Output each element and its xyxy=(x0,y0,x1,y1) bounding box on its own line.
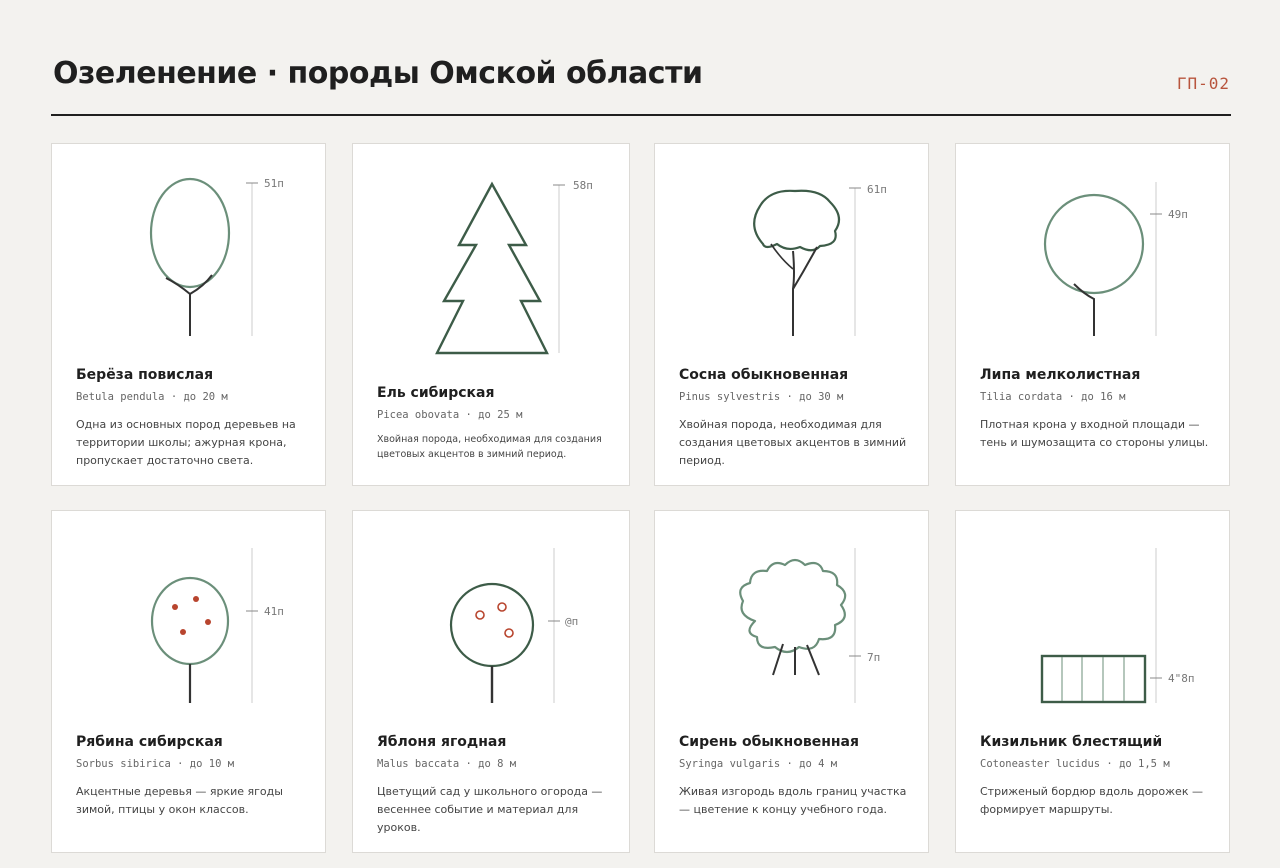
species-name: Рябина сибирская xyxy=(76,734,223,750)
height-marker-label: 61п xyxy=(867,183,887,196)
species-meta: Cotoneaster lucidus · до 1,5 м xyxy=(980,758,1170,770)
linden-tree-icon: 49п xyxy=(1043,182,1188,336)
max-height: до 4 м xyxy=(799,758,838,770)
species-card-birch[interactable]: 51п Берёза повислая Betula pendula · до … xyxy=(51,143,326,486)
pine-tree-icon: 61п xyxy=(753,183,887,336)
max-height: до 10 м xyxy=(189,758,235,770)
fruit-mark xyxy=(504,628,514,638)
species-card-apple[interactable]: @п Яблоня ягодная Malus baccata · до 8 м… xyxy=(352,510,630,853)
species-name: Ель сибирская xyxy=(377,385,495,401)
rowan-tree-icon: 41п xyxy=(150,548,284,703)
species-description: Хвойная порода, необходимая для создания… xyxy=(377,434,602,460)
height-marker-label: 4"8п xyxy=(1168,672,1195,685)
species-meta: Pinus sylvestris · до 30 м xyxy=(679,391,844,403)
species-description: Цветущий сад у школьного огорода — весен… xyxy=(377,785,603,834)
latin-name: Betula pendula xyxy=(76,391,165,403)
fruit-mark xyxy=(475,610,485,620)
species-meta: Picea obovata · до 25 м xyxy=(377,409,523,421)
species-name: Яблоня ягодная xyxy=(377,734,507,750)
height-marker-label: @п xyxy=(565,615,578,628)
berry-mark xyxy=(193,596,199,602)
latin-name: Pinus sylvestris xyxy=(679,391,781,403)
apple-tree-icon: @п xyxy=(449,548,578,703)
species-name: Липа мелколистная xyxy=(980,367,1141,383)
latin-name: Malus baccata xyxy=(377,758,460,770)
species-card-lilac[interactable]: 7п Сирень обыкновенная Syringa vulgaris … xyxy=(654,510,929,853)
species-name: Берёза повислая xyxy=(76,367,214,383)
spruce-tree-icon: 58п xyxy=(435,179,593,355)
species-card-linden[interactable]: 49п Липа мелколистная Tilia cordata · до… xyxy=(955,143,1230,486)
species-meta: Syringa vulgaris · до 4 м xyxy=(679,758,838,770)
species-grid: 51п Берёза повислая Betula pendula · до … xyxy=(51,143,1232,853)
height-marker-label: 49п xyxy=(1168,208,1188,221)
height-marker-label: 58п xyxy=(573,179,593,192)
species-description: Одна из основных пород деревьев на терри… xyxy=(76,418,296,467)
fruit-mark xyxy=(497,602,507,612)
sheet-code: ГП-02 xyxy=(1176,74,1230,93)
lilac-shrub-icon: 7п xyxy=(739,548,880,703)
birch-tree-icon: 51п xyxy=(149,177,284,336)
species-description: Плотная крона у входной площади — тень и… xyxy=(980,418,1209,449)
max-height: до 16 м xyxy=(1081,391,1126,403)
species-meta: Tilia cordata · до 16 м xyxy=(980,391,1126,403)
latin-name: Picea obovata xyxy=(377,409,460,421)
species-description: Живая изгородь вдоль границ участка — цв… xyxy=(679,785,907,816)
species-card-spruce[interactable]: 58п Ель сибирская Picea obovata · до 25 … xyxy=(352,143,630,486)
species-card-pine[interactable]: 61п Сосна обыкновенная Pinus sylvestris … xyxy=(654,143,929,486)
page-title: Озеленение · породы Омской области xyxy=(53,56,703,91)
species-card-rowan[interactable]: 41п Рябина сибирская Sorbus sibirica · д… xyxy=(51,510,326,853)
species-name: Кизильник блестящий xyxy=(980,734,1163,750)
species-description: Хвойная порода, необходимая для создания… xyxy=(679,418,907,467)
species-card-cotoneaster[interactable]: 4"8п Кизильник блестящий Cotoneaster luc… xyxy=(955,510,1230,853)
max-height: до 1,5 м xyxy=(1119,758,1170,770)
header-divider xyxy=(51,114,1231,116)
max-height: до 30 м xyxy=(799,391,844,403)
latin-name: Cotoneaster lucidus xyxy=(980,758,1101,770)
latin-name: Tilia cordata xyxy=(980,391,1063,403)
berry-mark xyxy=(180,629,186,635)
species-name: Сосна обыкновенная xyxy=(679,367,849,383)
species-description: Акцентные деревья — яркие ягоды зимой, п… xyxy=(76,785,283,816)
species-name: Сирень обыкновенная xyxy=(679,734,859,750)
max-height: до 25 м xyxy=(478,409,523,421)
berry-mark xyxy=(172,604,178,610)
max-height: до 8 м xyxy=(478,758,517,770)
page-header: Озеленение · породы Омской области ГП-02 xyxy=(52,56,1230,96)
species-description: Стриженый бордюр вдоль дорожек — формиру… xyxy=(980,785,1203,816)
height-marker-label: 51п xyxy=(264,177,284,190)
species-meta: Betula pendula · до 20 м xyxy=(76,391,228,403)
max-height: до 20 м xyxy=(183,391,228,403)
height-marker-label: 41п xyxy=(264,605,284,618)
cotoneaster-hedge-icon: 4"8п xyxy=(1040,548,1195,704)
species-meta: Malus baccata · до 8 м xyxy=(377,758,517,770)
height-marker-label: 7п xyxy=(867,651,880,664)
latin-name: Syringa vulgaris xyxy=(679,758,781,770)
berry-mark xyxy=(205,619,211,625)
species-meta: Sorbus sibirica · до 10 м xyxy=(76,758,235,770)
latin-name: Sorbus sibirica xyxy=(76,758,171,770)
